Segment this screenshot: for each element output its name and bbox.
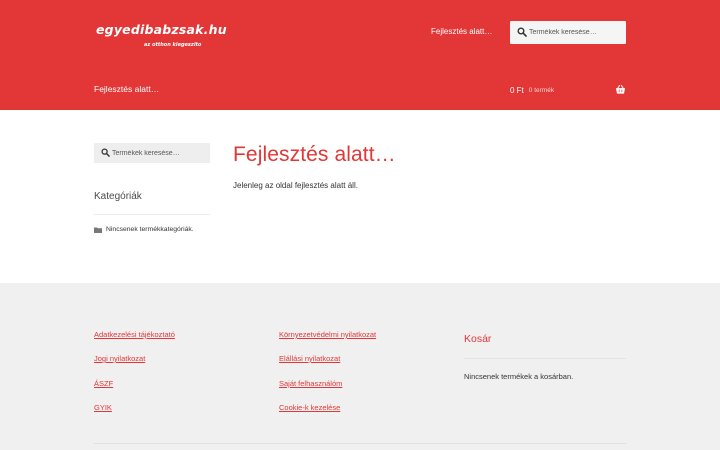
footer-cart-empty: Nincsenek termékek a kosárban. [464,372,574,381]
header-search [510,21,626,44]
sidebar-search [94,143,210,163]
footer-link-legal[interactable]: Jogi nyilatkozat [94,354,145,363]
page-text: Jelenleg az oldal fejlesztés alatt áll. [233,181,358,190]
footer-link-faq[interactable]: GYIK [94,403,112,412]
logo-text: egyedibabzsak.hu [96,22,227,37]
primary-nav-item[interactable]: Fejlesztés alatt… [94,84,159,94]
footer-bottom-divider [94,443,626,444]
site-footer [0,283,720,450]
sidebar-search-input[interactable] [112,145,208,161]
footer-cart-divider [464,358,626,359]
categories-widget-title: Kategóriák [94,191,142,202]
widget-divider [94,214,210,215]
no-categories-text: Nincsenek termékkategóriák. [106,226,194,233]
header-search-input[interactable] [529,24,623,41]
logo-tagline: az otthon kiegeszito [144,42,202,48]
header-cart[interactable]: 0 Ft 0 termék [510,84,626,96]
footer-link-privacy[interactable]: Adatkezelési tájékoztató [94,330,175,339]
site-logo[interactable]: egyedibabzsak.hu az otthon kiegeszito [96,22,227,48]
cart-amount: 0 Ft [510,85,524,95]
search-icon [517,27,527,37]
folder-icon [94,227,102,233]
categories-empty-row: Nincsenek termékkategóriák. [94,226,194,233]
footer-cart-title: Kosár [464,333,492,345]
footer-link-terms[interactable]: ÁSZF [94,379,113,388]
footer-link-my-account[interactable]: Saját felhasználóm [279,379,342,388]
footer-link-environment[interactable]: Környezetvédelmi nyilatkozat [279,330,376,339]
top-nav-item[interactable]: Fejlesztés alatt… [431,27,492,36]
site-header: egyedibabzsak.hu az otthon kiegeszito Fe… [0,0,720,110]
basket-icon [615,84,626,94]
search-icon [101,148,110,157]
footer-link-withdrawal[interactable]: Elállási nyilatkozat [279,354,340,363]
cart-count: 0 termék [528,86,555,94]
footer-link-cookies[interactable]: Cookie-k kezelése [279,403,340,412]
page-title: Fejlesztés alatt… [233,143,396,166]
